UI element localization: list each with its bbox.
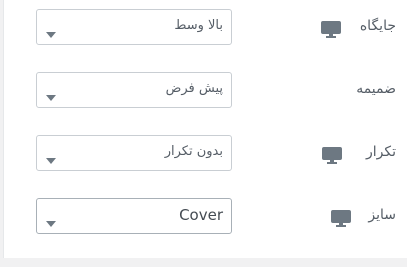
chevron-down-icon [45, 24, 57, 38]
chevron-down-icon [45, 150, 57, 164]
desktop-icon[interactable] [331, 210, 351, 228]
position-label: جایگاه [359, 18, 396, 34]
setting-row-size: سایز Cover [4, 198, 407, 238]
setting-row-attachment: ضمیمه پیش فرض [4, 72, 407, 112]
chevron-down-icon [45, 213, 57, 227]
position-select-value: بالا وسط [174, 18, 223, 33]
position-select[interactable]: بالا وسط [36, 9, 232, 45]
repeat-select[interactable]: بدون تکرار [36, 135, 232, 171]
setting-row-position: جایگاه بالا وسط [4, 9, 407, 49]
attachment-select-value: پیش فرض [165, 81, 223, 96]
repeat-label: تکرار [365, 144, 396, 160]
attachment-label: ضمیمه [356, 81, 396, 97]
chevron-down-icon [45, 87, 57, 101]
setting-row-repeat: تکرار بدون تکرار [4, 135, 407, 175]
background-settings-panel: جایگاه بالا وسط ضمیمه پیش فرض تکرار بدون… [3, 0, 407, 258]
desktop-icon[interactable] [322, 147, 342, 165]
size-label: سایز [368, 207, 396, 223]
size-select-value: Cover [179, 206, 223, 224]
size-select[interactable]: Cover [36, 198, 232, 234]
attachment-select[interactable]: پیش فرض [36, 72, 232, 108]
repeat-select-value: بدون تکرار [164, 144, 223, 159]
desktop-icon[interactable] [321, 21, 341, 39]
